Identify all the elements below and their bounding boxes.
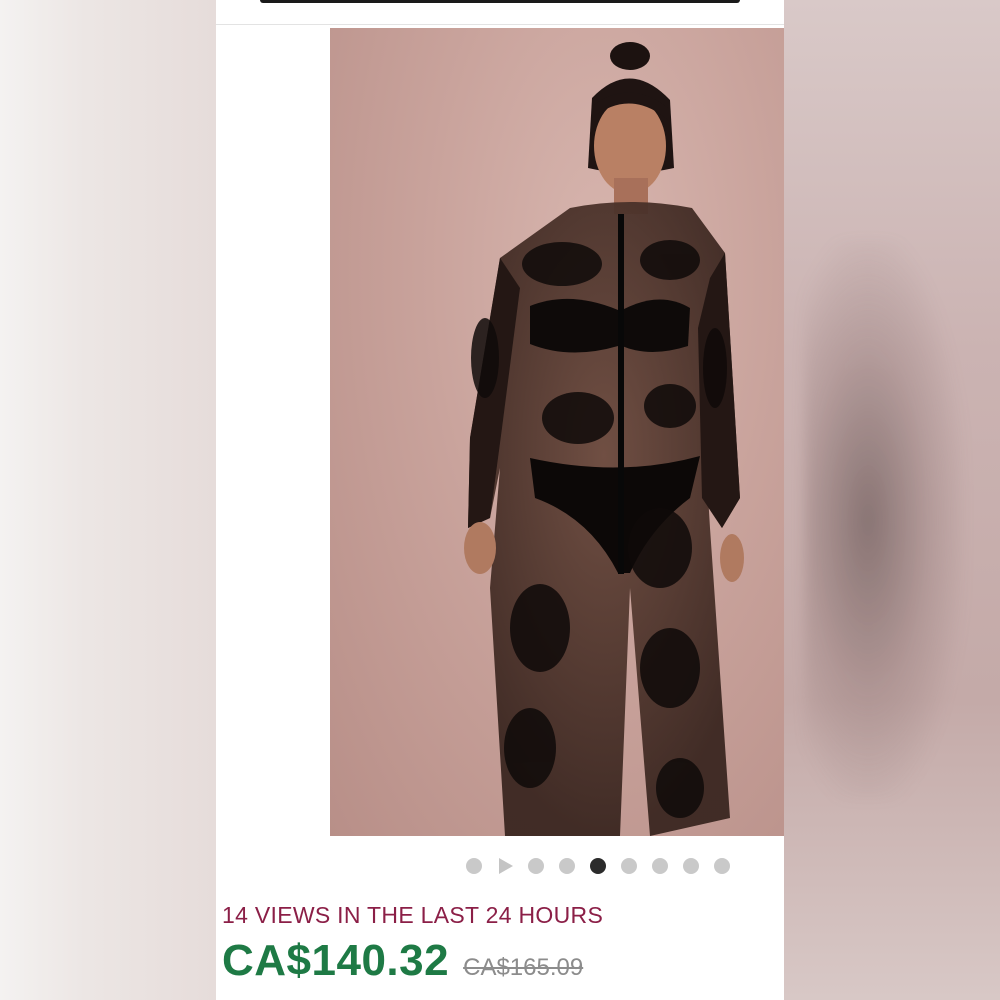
top-bar-edge bbox=[260, 0, 740, 3]
blurred-backdrop-left bbox=[0, 0, 216, 1000]
carousel-dot[interactable] bbox=[559, 858, 575, 874]
carousel-dot-active[interactable] bbox=[590, 858, 606, 874]
carousel-video-indicator-icon[interactable] bbox=[499, 858, 513, 874]
carousel-dot[interactable] bbox=[683, 858, 699, 874]
carousel-dot[interactable] bbox=[714, 858, 730, 874]
price-row: CA$140.32 CA$165.09 bbox=[222, 936, 583, 986]
blurred-backdrop-right bbox=[784, 0, 1000, 1000]
product-photo-illustration bbox=[464, 42, 744, 836]
current-price: CA$140.32 bbox=[222, 936, 450, 985]
views-counter: 14 VIEWS IN THE LAST 24 HOURS bbox=[222, 902, 604, 928]
carousel-dot[interactable] bbox=[466, 858, 482, 874]
blurred-figure bbox=[804, 240, 964, 800]
original-price: CA$165.09 bbox=[463, 954, 584, 981]
product-card: 14 VIEWS IN THE LAST 24 HOURS CA$140.32 … bbox=[216, 0, 784, 1000]
carousel-dot[interactable] bbox=[621, 858, 637, 874]
carousel-dot[interactable] bbox=[652, 858, 668, 874]
product-photo[interactable] bbox=[330, 28, 784, 836]
carousel-dot[interactable] bbox=[528, 858, 544, 874]
carousel-dots bbox=[466, 858, 730, 874]
top-bar bbox=[216, 0, 784, 25]
